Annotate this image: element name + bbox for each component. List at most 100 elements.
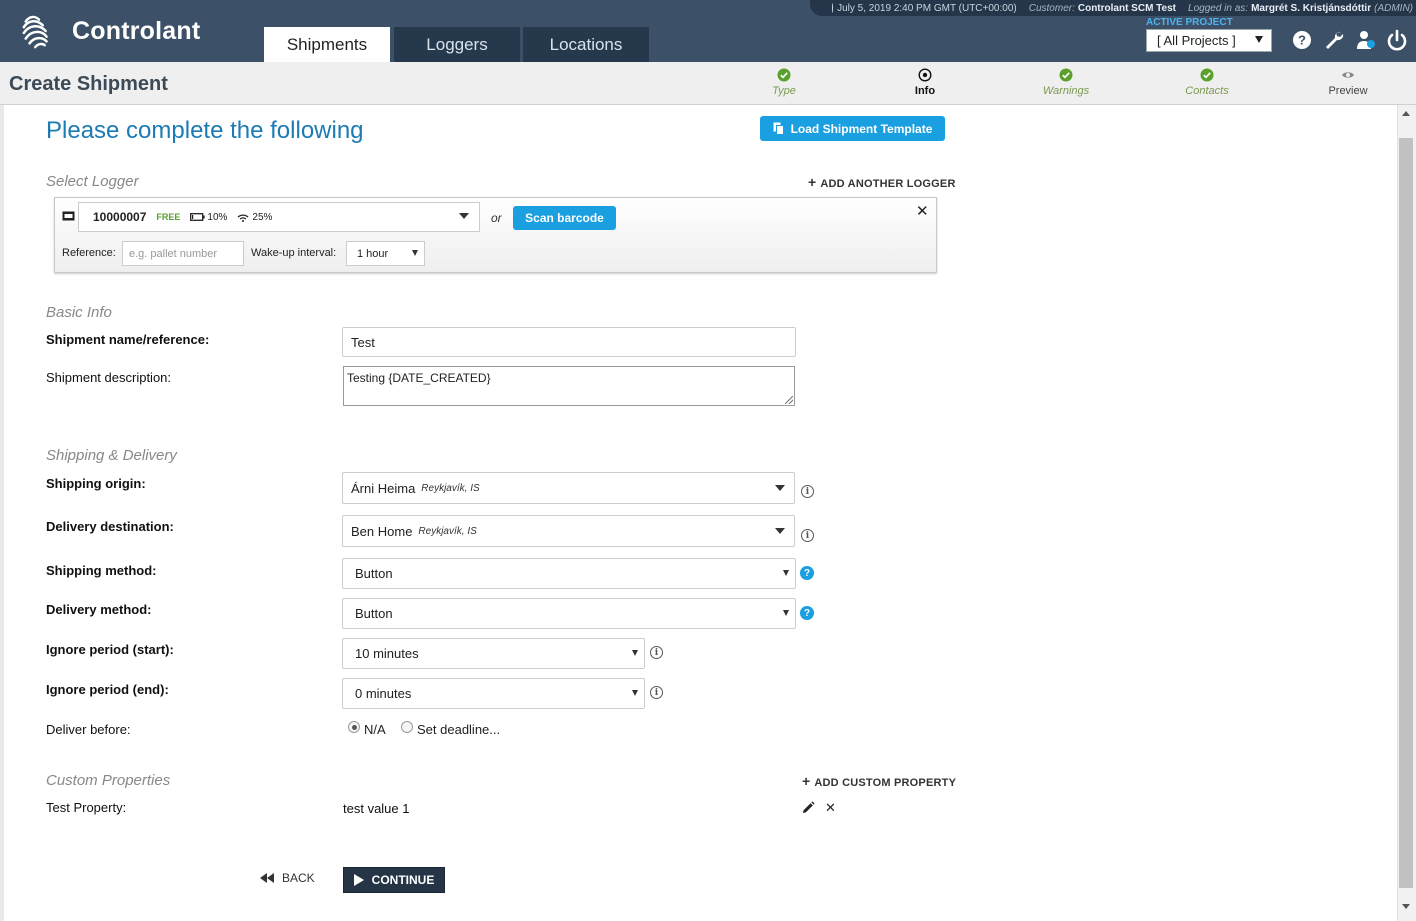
check-circle-icon	[777, 68, 791, 82]
scroll-up-arrow-icon[interactable]	[1402, 111, 1410, 116]
top-navigation-bar: Controlant Shipments Loggers Locations J…	[0, 0, 1416, 62]
shipment-description-textarea[interactable]: Testing {DATE_CREATED}	[343, 366, 795, 406]
delivery-destination-select[interactable]: Ben Home Reykjavík, IS	[342, 515, 795, 547]
plus-icon: +	[802, 773, 811, 789]
info-icon[interactable]: i	[801, 529, 814, 542]
delivery-destination-value: Ben Home	[351, 523, 413, 539]
shipping-origin-location: Reykjavík, IS	[421, 482, 480, 494]
scan-barcode-button[interactable]: Scan barcode	[513, 206, 616, 230]
wizard-step-warnings[interactable]: Warnings	[1016, 68, 1116, 97]
battery-value: 10%	[207, 211, 228, 223]
ignore-period-end-value: 0 minutes	[355, 686, 412, 701]
section-title-basic-info: Basic Info	[46, 304, 112, 321]
chevron-down-icon	[783, 570, 789, 576]
rewind-icon	[260, 873, 274, 883]
page-title: Create Shipment	[9, 73, 168, 95]
help-icon[interactable]: ?	[800, 566, 814, 580]
tab-loggers[interactable]: Loggers	[394, 27, 520, 62]
wizard-step-label: Contacts	[1185, 85, 1229, 97]
info-icon[interactable]: i	[650, 646, 663, 659]
check-circle-icon	[1200, 68, 1214, 82]
delivery-method-select[interactable]: Button	[342, 598, 796, 629]
help-icon[interactable]: ?	[1291, 29, 1313, 51]
info-icon[interactable]: i	[650, 686, 663, 699]
wizard-step-contacts[interactable]: Contacts	[1157, 68, 1257, 97]
wifi-signal-icon	[238, 213, 249, 222]
wakeup-interval-value: 1 hour	[357, 247, 389, 260]
user-role: (ADMIN)	[1374, 2, 1413, 14]
section-title-select-logger: Select Logger	[46, 173, 139, 190]
tab-locations[interactable]: Locations	[523, 27, 649, 62]
tab-shipments[interactable]: Shipments	[264, 27, 390, 62]
wizard-step-info[interactable]: Info	[875, 68, 975, 97]
active-project-label: ACTIVE PROJECT	[1146, 17, 1233, 28]
delivery-destination-label: Delivery destination:	[46, 519, 174, 534]
ignore-period-start-value: 10 minutes	[355, 646, 419, 661]
brand-logo[interactable]: Controlant	[20, 12, 200, 50]
brand-name: Controlant	[72, 16, 201, 45]
power-icon[interactable]	[1386, 29, 1408, 51]
shipment-name-input[interactable]: Test	[342, 327, 796, 357]
shipping-method-select[interactable]: Button	[342, 558, 796, 589]
shipping-method-value: Button	[355, 566, 393, 581]
clock-icon	[832, 3, 839, 13]
back-button[interactable]: BACK	[260, 871, 315, 885]
continue-button[interactable]: CONTINUE	[343, 867, 445, 893]
edit-pencil-icon[interactable]	[801, 801, 815, 815]
wrench-icon[interactable]	[1323, 29, 1345, 51]
shipment-description-value: Testing {DATE_CREATED}	[347, 371, 491, 385]
shipment-name-label: Shipment name/reference:	[46, 332, 210, 347]
info-icon[interactable]: i	[801, 485, 814, 498]
deliver-before-deadline-radio[interactable]	[401, 721, 413, 733]
add-another-logger-link[interactable]: + ADD ANOTHER LOGGER	[808, 174, 956, 190]
logger-select[interactable]: 10000007 FREE 10% 25%	[78, 202, 480, 232]
scroll-down-arrow-icon[interactable]	[1402, 904, 1410, 909]
remove-logger-close-icon[interactable]: ✕	[916, 202, 929, 220]
wizard-step-preview[interactable]: Preview	[1298, 68, 1398, 97]
help-icon[interactable]: ?	[800, 606, 814, 620]
current-step-icon	[918, 68, 932, 82]
wizard-step-label: Type	[772, 85, 796, 97]
form-heading: Please complete the following	[46, 117, 364, 144]
reference-label: Reference:	[62, 247, 116, 259]
ignore-period-start-select[interactable]: 10 minutes	[342, 638, 645, 669]
logger-status-badge: FREE	[156, 212, 181, 222]
shipment-description-label: Shipment description:	[46, 370, 172, 385]
session-info-strip: July 5, 2019 2:40 PM GMT (UTC+00:00) Cus…	[810, 0, 1416, 16]
wizard-header: Create Shipment Type Info Warnings Conta…	[0, 62, 1416, 105]
wakeup-interval-label: Wake-up interval:	[251, 247, 337, 259]
check-circle-icon	[1059, 68, 1073, 82]
wizard-step-type[interactable]: Type	[734, 68, 834, 97]
load-template-button[interactable]: Load Shipment Template	[760, 116, 945, 141]
section-title-custom-properties: Custom Properties	[46, 772, 171, 789]
delete-property-close-icon[interactable]: ✕	[825, 800, 836, 816]
ignore-period-end-label: Ignore period (end):	[46, 682, 169, 697]
logged-in-label: Logged in as:	[1188, 2, 1249, 14]
shipping-origin-select[interactable]: Árni Heima Reykjavík, IS	[342, 472, 795, 504]
eye-icon	[1342, 72, 1354, 78]
chevron-down-icon	[412, 250, 418, 256]
or-separator: or	[491, 211, 502, 225]
session-datetime: July 5, 2019 2:40 PM GMT (UTC+00:00)	[837, 2, 1017, 14]
custom-property-value: test value 1	[343, 801, 410, 816]
reference-input[interactable]: e.g. pallet number	[122, 241, 244, 266]
svg-text:?: ?	[1298, 33, 1306, 48]
deliver-before-na-radio[interactable]	[348, 721, 360, 733]
deliver-before-deadline-label: Set deadline...	[417, 722, 501, 737]
chevron-down-icon	[632, 690, 638, 696]
add-custom-property-link[interactable]: + ADD CUSTOM PROPERTY	[802, 773, 956, 789]
left-edge	[0, 105, 4, 921]
delivery-method-label: Delivery method:	[46, 602, 152, 617]
users-icon[interactable]	[1355, 29, 1377, 51]
ignore-period-end-select[interactable]: 0 minutes	[342, 678, 645, 709]
play-icon	[353, 874, 364, 886]
deliver-before-na-label: N/A	[364, 722, 386, 737]
active-project-select[interactable]: [ All Projects ]	[1146, 29, 1272, 52]
resize-grip-icon[interactable]	[785, 396, 793, 404]
logger-id: 10000007	[93, 210, 147, 224]
scrollbar-thumb[interactable]	[1399, 138, 1413, 888]
chevron-down-icon	[783, 610, 789, 616]
plus-icon: +	[808, 174, 817, 190]
custom-property-label: Test Property:	[46, 800, 127, 815]
shipping-origin-label: Shipping origin:	[46, 476, 146, 491]
